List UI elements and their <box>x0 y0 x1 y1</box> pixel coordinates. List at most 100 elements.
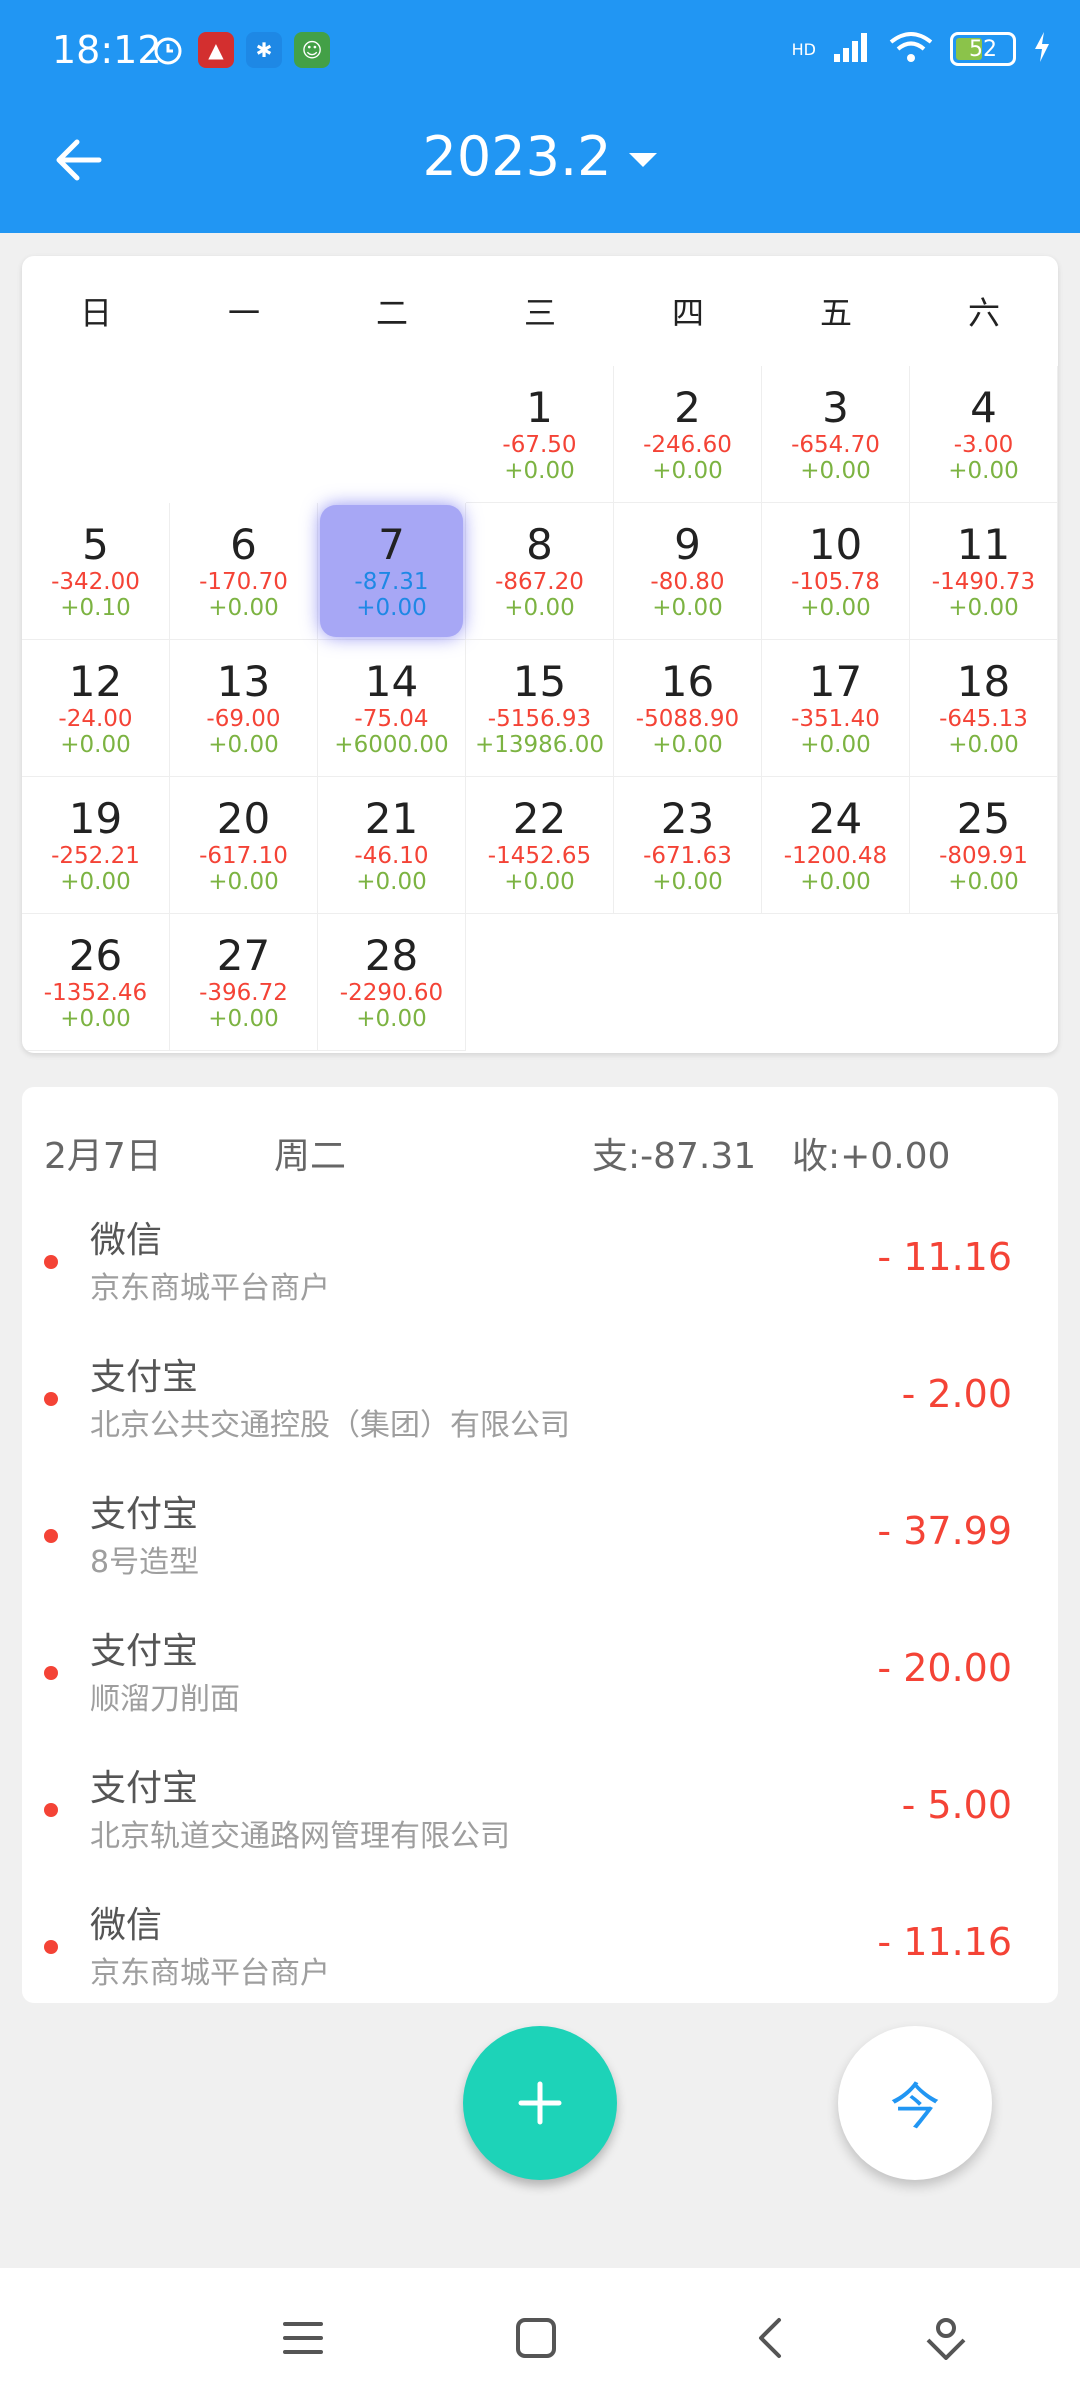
expense-dot-icon <box>44 1255 58 1269</box>
transaction-amount: - 5.00 <box>901 1783 1012 1827</box>
menu-nav-button[interactable] <box>273 2308 333 2368</box>
transaction-item[interactable]: 微信 京东商城平台商户 - 11.16 <box>22 1193 1058 1330</box>
calendar-day-selected[interactable]: 7 -87.31 +0.00 <box>318 503 466 640</box>
transaction-item[interactable]: 支付宝 北京公共交通控股（集团）有限公司 - 2.00 <box>22 1330 1058 1467</box>
calendar-day[interactable]: 8 -867.20 +0.00 <box>466 503 614 640</box>
expense-dot-icon <box>44 1940 58 1954</box>
battery-icon: 52 <box>950 32 1016 66</box>
expense-dot-icon <box>44 1666 58 1680</box>
detail-date: 2月7日 <box>44 1136 162 1177</box>
transaction-amount: - 11.16 <box>877 1920 1012 1964</box>
calendar-day[interactable]: 13 -69.00 +0.00 <box>170 640 318 777</box>
calendar-day[interactable]: 27 -396.72 +0.00 <box>170 914 318 1051</box>
unionpay-app-icon: ✱ <box>246 32 282 68</box>
transaction-item[interactable]: 支付宝 北京轨道交通路网管理有限公司 - 5.00 <box>22 1741 1058 1878</box>
status-right: HD 52 <box>792 30 1052 68</box>
system-nav-bar <box>0 2268 1080 2400</box>
back-nav-button[interactable] <box>740 2308 800 2368</box>
weekday-header: 日 一 二 三 四 五 六 <box>22 256 1058 366</box>
transaction-item[interactable]: 支付宝 顺溜刀削面 - 20.00 <box>22 1604 1058 1741</box>
assistant-nav-button[interactable] <box>916 2308 976 2368</box>
calendar-day[interactable]: 17 -351.40 +0.00 <box>762 640 910 777</box>
transaction-merchant: 顺溜刀削面 <box>90 1682 240 1717</box>
calendar-day[interactable]: 15 -5156.93 +13986.00 <box>466 640 614 777</box>
calendar-day[interactable]: 18 -645.13 +0.00 <box>910 640 1058 777</box>
signal-icon <box>832 30 872 68</box>
calendar-day[interactable]: 22 -1452.65 +0.00 <box>466 777 614 914</box>
transaction-merchant: 京东商城平台商户 <box>90 1271 330 1306</box>
transaction-source: 支付宝 <box>90 1631 199 1672</box>
calendar-day[interactable]: 11 -1490.73 +0.00 <box>910 503 1058 640</box>
hd-label: HD <box>791 39 816 59</box>
detail-expense-total: 支:-87.31 <box>592 1136 757 1177</box>
calendar-day[interactable]: 28 -2290.60 +0.00 <box>318 914 466 1051</box>
expense-dot-icon <box>44 1803 58 1817</box>
weekday-label: 日 <box>79 294 112 332</box>
transaction-amount: - 20.00 <box>877 1646 1012 1690</box>
weekday-label: 二 <box>375 294 408 332</box>
transaction-amount: - 2.00 <box>901 1372 1012 1416</box>
expense-dot-icon <box>44 1529 58 1543</box>
transaction-merchant: 8号造型 <box>90 1545 200 1580</box>
day-summary: 2月7日 周二 支:-87.31 收:+0.00 <box>44 1127 1036 1187</box>
calendar-empty-cell <box>318 366 466 503</box>
calendar-day[interactable]: 26 -1352.46 +0.00 <box>22 914 170 1051</box>
calendar-day[interactable]: 16 -5088.90 +0.00 <box>614 640 762 777</box>
weekday-label: 六 <box>967 294 1000 332</box>
chevron-left-icon <box>759 2318 781 2358</box>
wifi-icon <box>888 30 934 68</box>
menu-icon <box>283 2322 323 2354</box>
transaction-merchant: 京东商城平台商户 <box>90 1956 330 1991</box>
transaction-source: 支付宝 <box>90 1768 199 1809</box>
transaction-merchant: 北京轨道交通路网管理有限公司 <box>90 1819 510 1854</box>
calendar-day[interactable]: 25 -809.91 +0.00 <box>910 777 1058 914</box>
calendar-day[interactable]: 2 -246.60 +0.00 <box>614 366 762 503</box>
calendar-day[interactable]: 10 -105.78 +0.00 <box>762 503 910 640</box>
transaction-item[interactable]: 支付宝 8号造型 - 37.99 <box>22 1467 1058 1604</box>
month-selector[interactable]: 2023.2 <box>0 125 1080 188</box>
add-record-button[interactable] <box>463 2026 617 2180</box>
detail-income-total: 收:+0.00 <box>792 1136 951 1177</box>
calendar-day[interactable]: 9 -80.80 +0.00 <box>614 503 762 640</box>
status-notification-icons: ▲ ✱ ☺ <box>150 32 330 68</box>
assistant-icon <box>926 2318 966 2360</box>
calendar-card: 日 一 二 三 四 五 六 1 -67.50 +0.00 2 -246.60 +0.00… <box>22 256 1058 1053</box>
calendar-empty-cell <box>22 366 170 503</box>
expense-dot-icon <box>44 1392 58 1406</box>
home-nav-button[interactable] <box>506 2308 566 2368</box>
transaction-item[interactable]: 微信 京东商城平台商户 - 11.16 <box>22 1878 1058 2015</box>
transaction-source: 支付宝 <box>90 1494 199 1535</box>
calendar-day[interactable]: 20 -617.10 +0.00 <box>170 777 318 914</box>
weekday-label: 四 <box>671 294 704 332</box>
transaction-source: 微信 <box>90 1220 163 1261</box>
today-label: 今 <box>890 2078 940 2136</box>
calendar-day[interactable]: 4 -3.00 +0.00 <box>910 366 1058 503</box>
calendar-day[interactable]: 6 -170.70 +0.00 <box>170 503 318 640</box>
calendar-day[interactable]: 3 -654.70 +0.00 <box>762 366 910 503</box>
weekday-label: 三 <box>523 294 556 332</box>
page-title: 2023.2 <box>422 125 612 188</box>
transaction-source: 支付宝 <box>90 1357 199 1398</box>
transaction-amount: - 11.16 <box>877 1235 1012 1279</box>
weekday-label: 五 <box>819 294 852 332</box>
calendar-empty-cell <box>170 366 318 503</box>
home-square-icon <box>516 2318 556 2358</box>
today-button[interactable]: 今 <box>838 2026 992 2180</box>
calendar-day[interactable]: 19 -252.21 +0.00 <box>22 777 170 914</box>
picc-app-icon: ▲ <box>198 32 234 68</box>
calendar-day[interactable]: 1 -67.50 +0.00 <box>466 366 614 503</box>
status-time: 18:12 <box>52 28 162 72</box>
calendar-day[interactable]: 14 -75.04 +6000.00 <box>318 640 466 777</box>
alarm-icon <box>150 32 186 68</box>
calendar-day[interactable]: 5 -342.00 +0.10 <box>22 503 170 640</box>
plus-icon <box>518 2081 562 2125</box>
weekday-label: 一 <box>227 294 260 332</box>
calendar-grid: 1 -67.50 +0.00 2 -246.60 +0.00 3 -654.70 +0.00… <box>22 366 1058 1051</box>
status-bar: 18:12 ▲ ✱ ☺ HD 52 <box>0 0 1080 105</box>
day-detail-card: 2月7日 周二 支:-87.31 收:+0.00 微信 京东商城平台商户 - 1… <box>22 1087 1058 2003</box>
caret-down-icon <box>629 153 658 168</box>
calendar-day[interactable]: 23 -671.63 +0.00 <box>614 777 762 914</box>
calendar-day[interactable]: 21 -46.10 +0.00 <box>318 777 466 914</box>
calendar-day[interactable]: 24 -1200.48 +0.00 <box>762 777 910 914</box>
calendar-day[interactable]: 12 -24.00 +0.00 <box>22 640 170 777</box>
